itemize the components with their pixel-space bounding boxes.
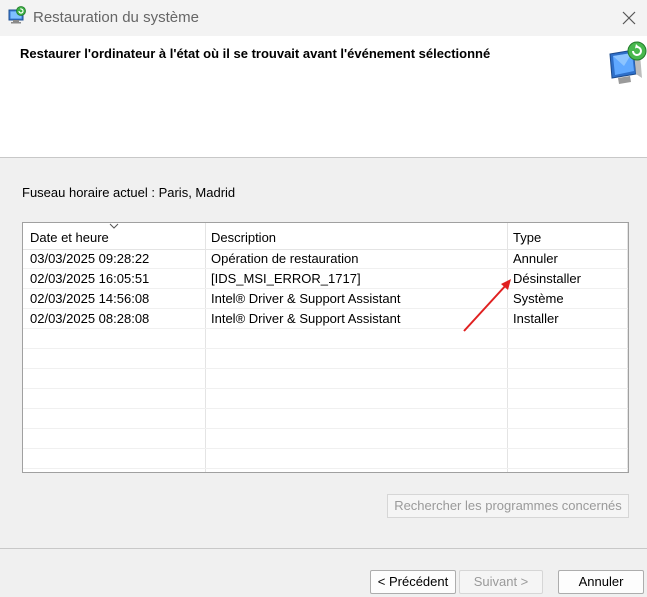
row-type: Annuler bbox=[513, 251, 558, 266]
cancel-button[interactable]: Annuler bbox=[558, 570, 644, 594]
empty-row bbox=[23, 448, 628, 469]
row-description: Intel® Driver & Support Assistant bbox=[211, 291, 401, 306]
row-date: 03/03/2025 09:28:22 bbox=[30, 251, 150, 266]
row-type: Installer bbox=[513, 311, 559, 326]
system-restore-window: Restauration du système Restaurer l'ordi… bbox=[0, 0, 647, 597]
row-description: Intel® Driver & Support Assistant bbox=[211, 311, 401, 326]
system-restore-icon bbox=[8, 6, 26, 24]
table-row[interactable]: 02/03/2025 16:05:51 [IDS_MSI_ERROR_1717]… bbox=[23, 268, 628, 289]
title-bar: Restauration du système bbox=[0, 0, 647, 36]
empty-row bbox=[23, 428, 628, 449]
restore-points-table[interactable]: Date et heure Description Type 03/03/202… bbox=[22, 222, 629, 473]
empty-row bbox=[23, 408, 628, 429]
column-header-date[interactable]: Date et heure bbox=[30, 230, 109, 245]
wizard-header: Restaurer l'ordinateur à l'état où il se… bbox=[0, 36, 647, 158]
row-date: 02/03/2025 16:05:51 bbox=[30, 271, 150, 286]
window-title: Restauration du système bbox=[33, 9, 199, 26]
page-title: Restaurer l'ordinateur à l'état où il se… bbox=[20, 46, 491, 61]
table-row[interactable]: 02/03/2025 14:56:08 Intel® Driver & Supp… bbox=[23, 288, 628, 309]
empty-row bbox=[23, 368, 628, 389]
empty-row bbox=[23, 348, 628, 369]
search-affected-programs-button[interactable]: Rechercher les programmes concernés bbox=[387, 494, 629, 518]
row-description: Opération de restauration bbox=[211, 251, 359, 266]
system-restore-computer-icon bbox=[609, 41, 647, 84]
table-row[interactable]: 03/03/2025 09:28:22 Opération de restaur… bbox=[23, 248, 628, 269]
sort-descending-icon bbox=[109, 223, 119, 229]
row-date: 02/03/2025 14:56:08 bbox=[30, 291, 150, 306]
empty-row bbox=[23, 328, 628, 349]
column-header-description[interactable]: Description bbox=[211, 230, 276, 245]
row-type: Désinstaller bbox=[513, 271, 581, 286]
timezone-label: Fuseau horaire actuel : Paris, Madrid bbox=[22, 185, 236, 200]
close-icon[interactable] bbox=[615, 4, 643, 32]
row-date: 02/03/2025 08:28:08 bbox=[30, 311, 150, 326]
empty-row bbox=[23, 388, 628, 409]
footer-divider bbox=[0, 548, 647, 549]
column-header-type[interactable]: Type bbox=[513, 230, 541, 245]
row-type: Système bbox=[513, 291, 564, 306]
row-description: [IDS_MSI_ERROR_1717] bbox=[211, 271, 361, 286]
next-button[interactable]: Suivant > bbox=[459, 570, 543, 594]
back-button[interactable]: < Précédent bbox=[370, 570, 456, 594]
table-row[interactable]: 02/03/2025 08:28:08 Intel® Driver & Supp… bbox=[23, 308, 628, 329]
table-header: Date et heure Description Type bbox=[23, 223, 628, 250]
